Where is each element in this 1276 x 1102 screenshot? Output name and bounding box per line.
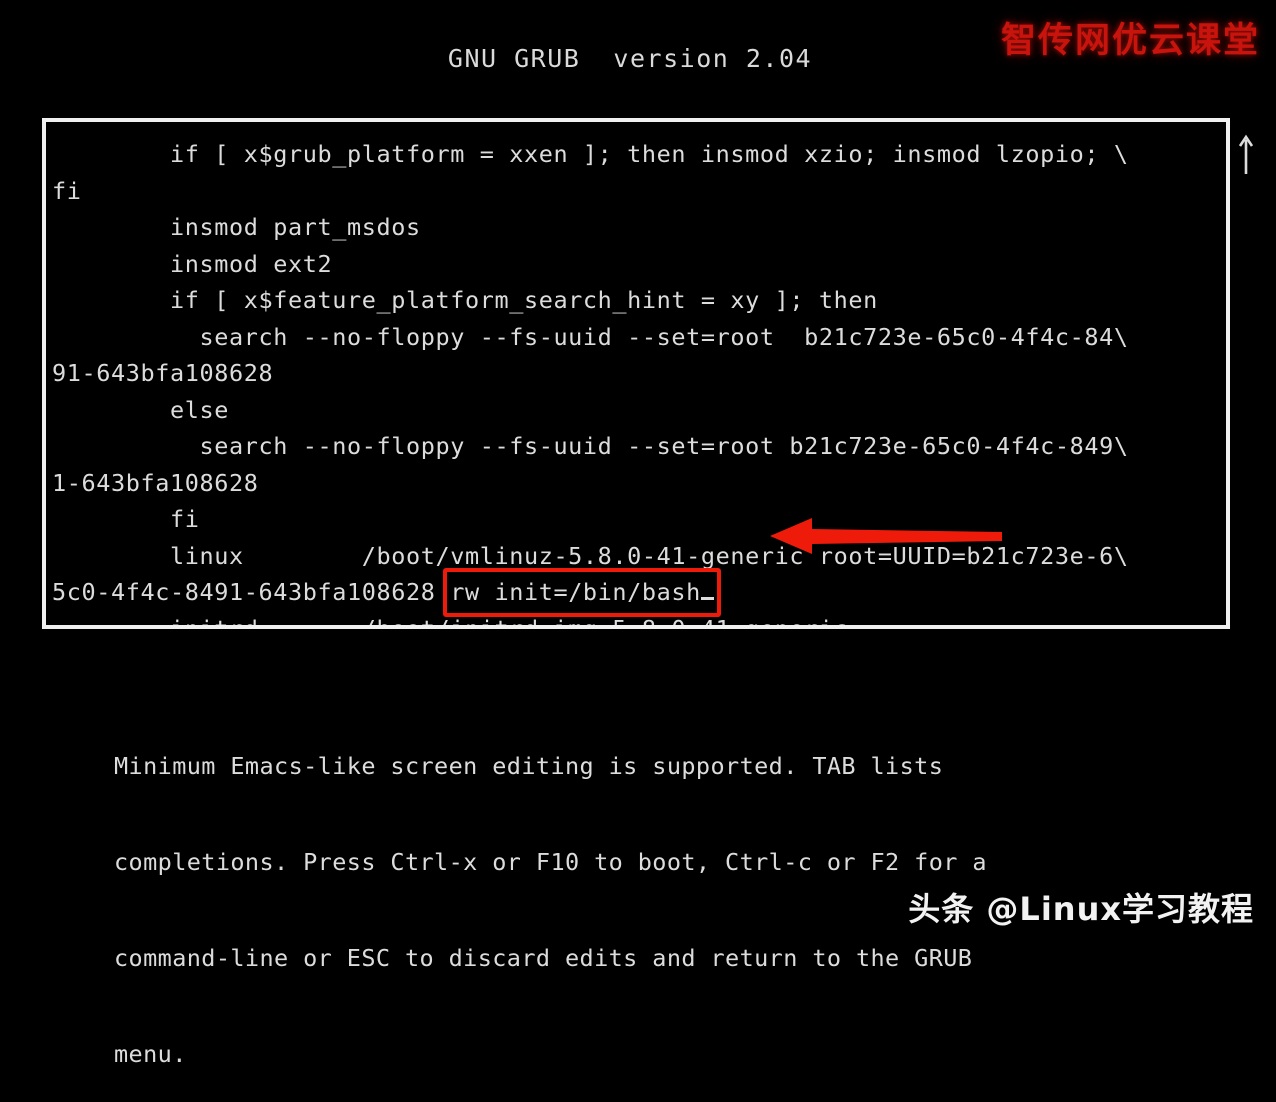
page-title: GNU GRUB version 2.04 bbox=[0, 44, 1276, 73]
help-line-2: completions. Press Ctrl-x or F10 to boot… bbox=[114, 848, 987, 876]
code-line: if [ x$grub_platform = xxen ]; then insm… bbox=[52, 140, 1129, 168]
watermark-bottom-right: 头条 @Linux学习教程 bbox=[908, 890, 1254, 928]
code-line: else bbox=[52, 395, 229, 424]
code-line: insmod ext2 bbox=[52, 249, 333, 278]
kernel-params-prefix: 5c0-4f4c-8491-643bfa108628 bbox=[52, 578, 451, 606]
code-line: 91-643bfa108628 bbox=[52, 359, 274, 387]
highlighted-edit-text: rw init=/bin/bash bbox=[450, 578, 701, 606]
code-line: 1-643bfa108628 bbox=[52, 468, 259, 497]
code-line: search --no-floppy --fs-uuid --set=root … bbox=[52, 432, 1129, 460]
help-line-1: Minimum Emacs-like screen editing is sup… bbox=[114, 752, 944, 780]
code-line: if [ x$feature_platform_search_hint = xy… bbox=[52, 286, 878, 314]
code-line: fi bbox=[52, 176, 82, 205]
grub-edit-content: if [ x$grub_platform = xxen ]; then insm… bbox=[46, 122, 1226, 629]
page-title-text: GNU GRUB version 2.04 bbox=[447, 44, 813, 73]
code-line: search --no-floppy --fs-uuid --set=root … bbox=[52, 322, 1129, 351]
grub-edit-box[interactable]: if [ x$grub_platform = xxen ]; then insm… bbox=[42, 118, 1230, 629]
scroll-up-arrow[interactable] bbox=[1238, 134, 1254, 176]
code-line: insmod part_msdos bbox=[52, 213, 421, 241]
code-line-linux: linux /boot/vmlinuz-5.8.0-41-generic roo… bbox=[52, 541, 1129, 570]
highlighted-edit-region[interactable]: rw init=/bin/bash bbox=[443, 568, 721, 617]
code-line-kernel-params: 5c0-4f4c-8491-643bfa108628 rw init=/bin/… bbox=[52, 568, 1224, 617]
code-line: fi bbox=[52, 505, 200, 533]
scroll-up-arrow-icon bbox=[1238, 134, 1254, 174]
text-cursor bbox=[700, 597, 714, 600]
help-line-4: menu. bbox=[114, 1040, 187, 1068]
help-line-3: command-line or ESC to discard edits and… bbox=[114, 944, 973, 972]
code-line-initrd: initrd /boot/initrd.img-5.8.0-41-generic bbox=[52, 614, 849, 629]
